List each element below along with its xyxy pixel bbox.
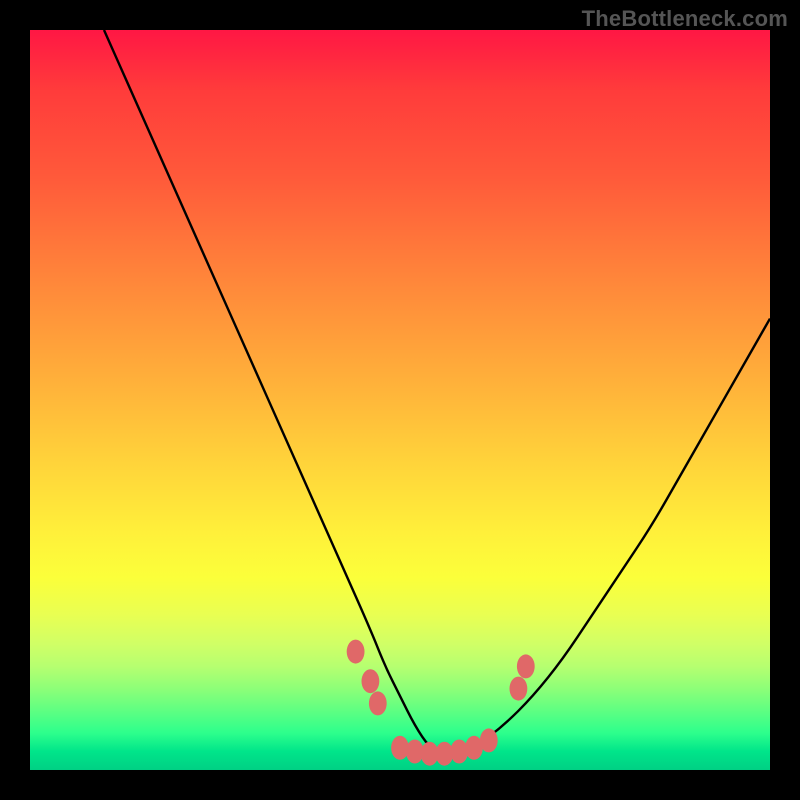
bottleneck-curve-svg — [30, 30, 770, 770]
chart-frame: TheBottleneck.com — [0, 0, 800, 800]
highlight-dot — [369, 691, 387, 715]
highlight-dot — [391, 736, 409, 760]
highlight-dots — [347, 640, 535, 766]
highlight-dot — [480, 728, 498, 752]
highlight-dot — [517, 654, 535, 678]
highlight-dot — [347, 640, 365, 664]
highlight-dot — [450, 740, 468, 764]
highlight-dot — [362, 669, 380, 693]
plot-area — [30, 30, 770, 770]
bottleneck-curve — [104, 30, 770, 755]
highlight-dot — [510, 677, 528, 701]
watermark-text: TheBottleneck.com — [582, 6, 788, 32]
